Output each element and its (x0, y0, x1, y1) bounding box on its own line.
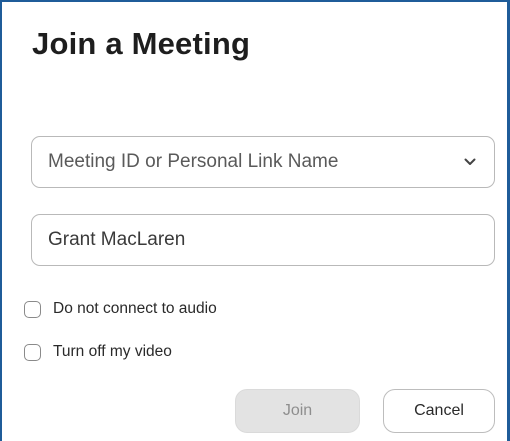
do-not-connect-audio-checkbox[interactable] (24, 300, 41, 318)
turn-off-video-label: Turn off my video (53, 343, 172, 360)
turn-off-video-option[interactable]: Turn off my video (24, 343, 172, 361)
chevron-down-icon[interactable] (460, 152, 480, 172)
dialog-title: Join a Meeting (32, 26, 251, 61)
display-name-field[interactable]: Grant MacLaren (31, 214, 495, 266)
meeting-id-input[interactable]: Meeting ID or Personal Link Name (48, 151, 460, 173)
meeting-id-combobox[interactable]: Meeting ID or Personal Link Name (31, 136, 495, 188)
join-meeting-dialog: Join a Meeting Meeting ID or Personal Li… (0, 0, 510, 441)
join-button[interactable]: Join (235, 389, 360, 433)
turn-off-video-checkbox[interactable] (24, 343, 41, 361)
do-not-connect-audio-label: Do not connect to audio (53, 300, 217, 317)
do-not-connect-audio-option[interactable]: Do not connect to audio (24, 300, 217, 318)
display-name-input[interactable]: Grant MacLaren (48, 229, 480, 251)
cancel-button[interactable]: Cancel (383, 389, 495, 433)
